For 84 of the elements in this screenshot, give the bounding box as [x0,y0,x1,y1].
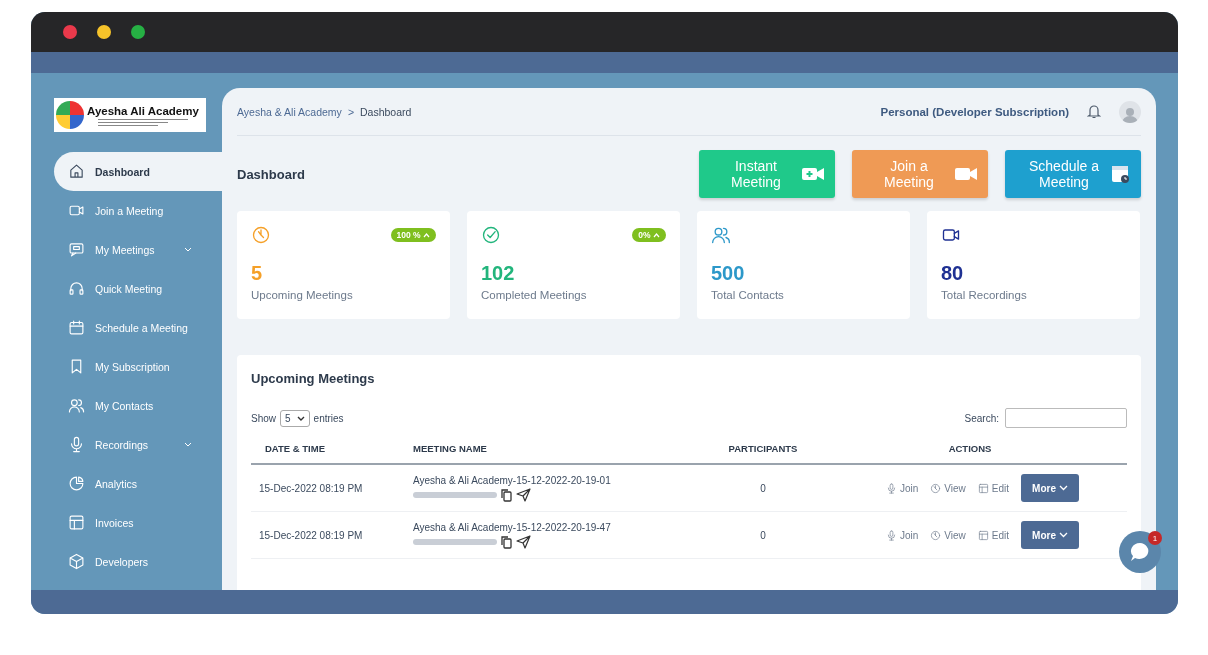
entries-label: entries [313,412,344,424]
subscription-label[interactable]: Personal (Developer Subscription) [880,105,1069,118]
logo-title: Ayesha Ali Academy [87,104,199,117]
column-header[interactable]: PARTICIPANTS [713,434,813,465]
chat-bubble-icon [1129,542,1151,562]
row-action-link[interactable]: Edit [977,482,1009,494]
row-action-link[interactable]: Join [885,529,919,541]
search-field[interactable] [1005,408,1127,428]
show-label: Show [251,412,276,424]
stat-label: Total Recordings [941,289,1028,301]
search-label: Search: [964,412,999,424]
headset-icon [68,280,85,297]
table-cell: 15-Dec-2022 08:19 PM [251,512,413,559]
meeting-name: Ayesha & Ali Academy-15-12-2022-20-19-47 [413,521,611,533]
sidebar-item[interactable]: Analytics [54,464,222,503]
stat-label: Upcoming Meetings [251,289,354,301]
sidebar-item[interactable]: My Subscription [54,347,222,386]
column-header[interactable]: ACTIONS [813,434,1127,465]
more-button[interactable]: More [1021,474,1079,502]
more-button[interactable]: More [1021,521,1079,549]
chat-icon [68,241,85,258]
bell-icon[interactable] [1087,104,1101,119]
sidebar-item[interactable]: Developers [54,542,222,581]
percent-badge: 0% [632,228,666,242]
people-icon [68,397,85,414]
row-action-link[interactable]: View [930,482,966,494]
chevron-down-icon [296,415,305,421]
row-action-link[interactable]: Join [885,482,919,494]
pie-icon [68,475,85,492]
column-header[interactable]: DATE & TIME [251,434,413,465]
sidebar-item[interactable]: Schedule a Meeting [54,308,222,347]
sidebar-item[interactable]: My Meetings [54,230,222,269]
sidebar-item[interactable]: My Contacts [54,386,222,425]
page-size-select[interactable]: 5 [280,409,310,427]
sidebar-item[interactable]: Recordings [54,425,222,464]
row-action-link[interactable]: View [930,529,966,541]
table-cell: 0 [713,465,813,512]
seal-drawing [56,101,84,129]
page-title: Dashboard [237,166,305,182]
chevron-down-icon [1058,485,1068,491]
microphone-icon [885,482,897,494]
stat-value: 80 [941,262,965,285]
microphone-icon [885,529,897,541]
send-icon[interactable] [516,487,531,502]
sidebar-item[interactable]: Quick Meeting [54,269,222,308]
stat-value: 102 [481,262,516,285]
cube-icon [68,553,85,570]
maximize-window-button[interactable] [131,25,145,39]
people-icon [711,225,731,245]
table-title: Upcoming Meetings [251,371,376,386]
sidebar-item[interactable]: Dashboard [54,152,223,191]
copy-icon[interactable] [500,534,513,549]
video-plus-icon [801,165,825,183]
chevron-up-icon [653,233,660,238]
table-cell: 0 [713,512,813,559]
breadcrumb-current: Dashboard [360,105,412,118]
calendar-icon [68,319,85,336]
clock-icon [251,225,271,245]
close-window-button[interactable] [63,25,77,39]
stat-label: Completed Meetings [481,289,588,301]
layout-icon [68,514,85,531]
table-cell: 15-Dec-2022 08:19 PM [251,465,413,512]
stat-value: 5 [251,262,264,285]
video-camera-icon [954,165,978,183]
row-action-link[interactable]: Edit [977,529,1009,541]
mic-icon [68,436,85,453]
percent-badge: 100 % [390,228,436,242]
home-icon [68,163,85,180]
calendar-clock-icon [1111,163,1131,185]
column-header[interactable]: MEETING NAME [413,434,713,465]
stat-value: 500 [711,262,746,285]
breadcrumb-link[interactable]: Ayesha & Ali Academy [237,105,342,118]
chevron-up-icon [423,233,430,238]
chevron-down-icon [1058,532,1068,538]
breadcrumb-separator: > [347,105,354,118]
check-icon [481,225,501,245]
copy-icon[interactable] [500,487,513,502]
stat-label: Total Contacts [711,289,785,301]
send-icon[interactable] [516,534,531,549]
sidebar-item[interactable]: Join a Meeting [54,191,222,230]
meeting-name: Ayesha & Ali Academy-15-12-2022-20-19-01 [413,474,611,486]
action-button[interactable]: Schedule a Meeting [1005,150,1141,198]
minimize-window-button[interactable] [97,25,111,39]
sidebar-item[interactable]: Invoices [54,503,222,542]
